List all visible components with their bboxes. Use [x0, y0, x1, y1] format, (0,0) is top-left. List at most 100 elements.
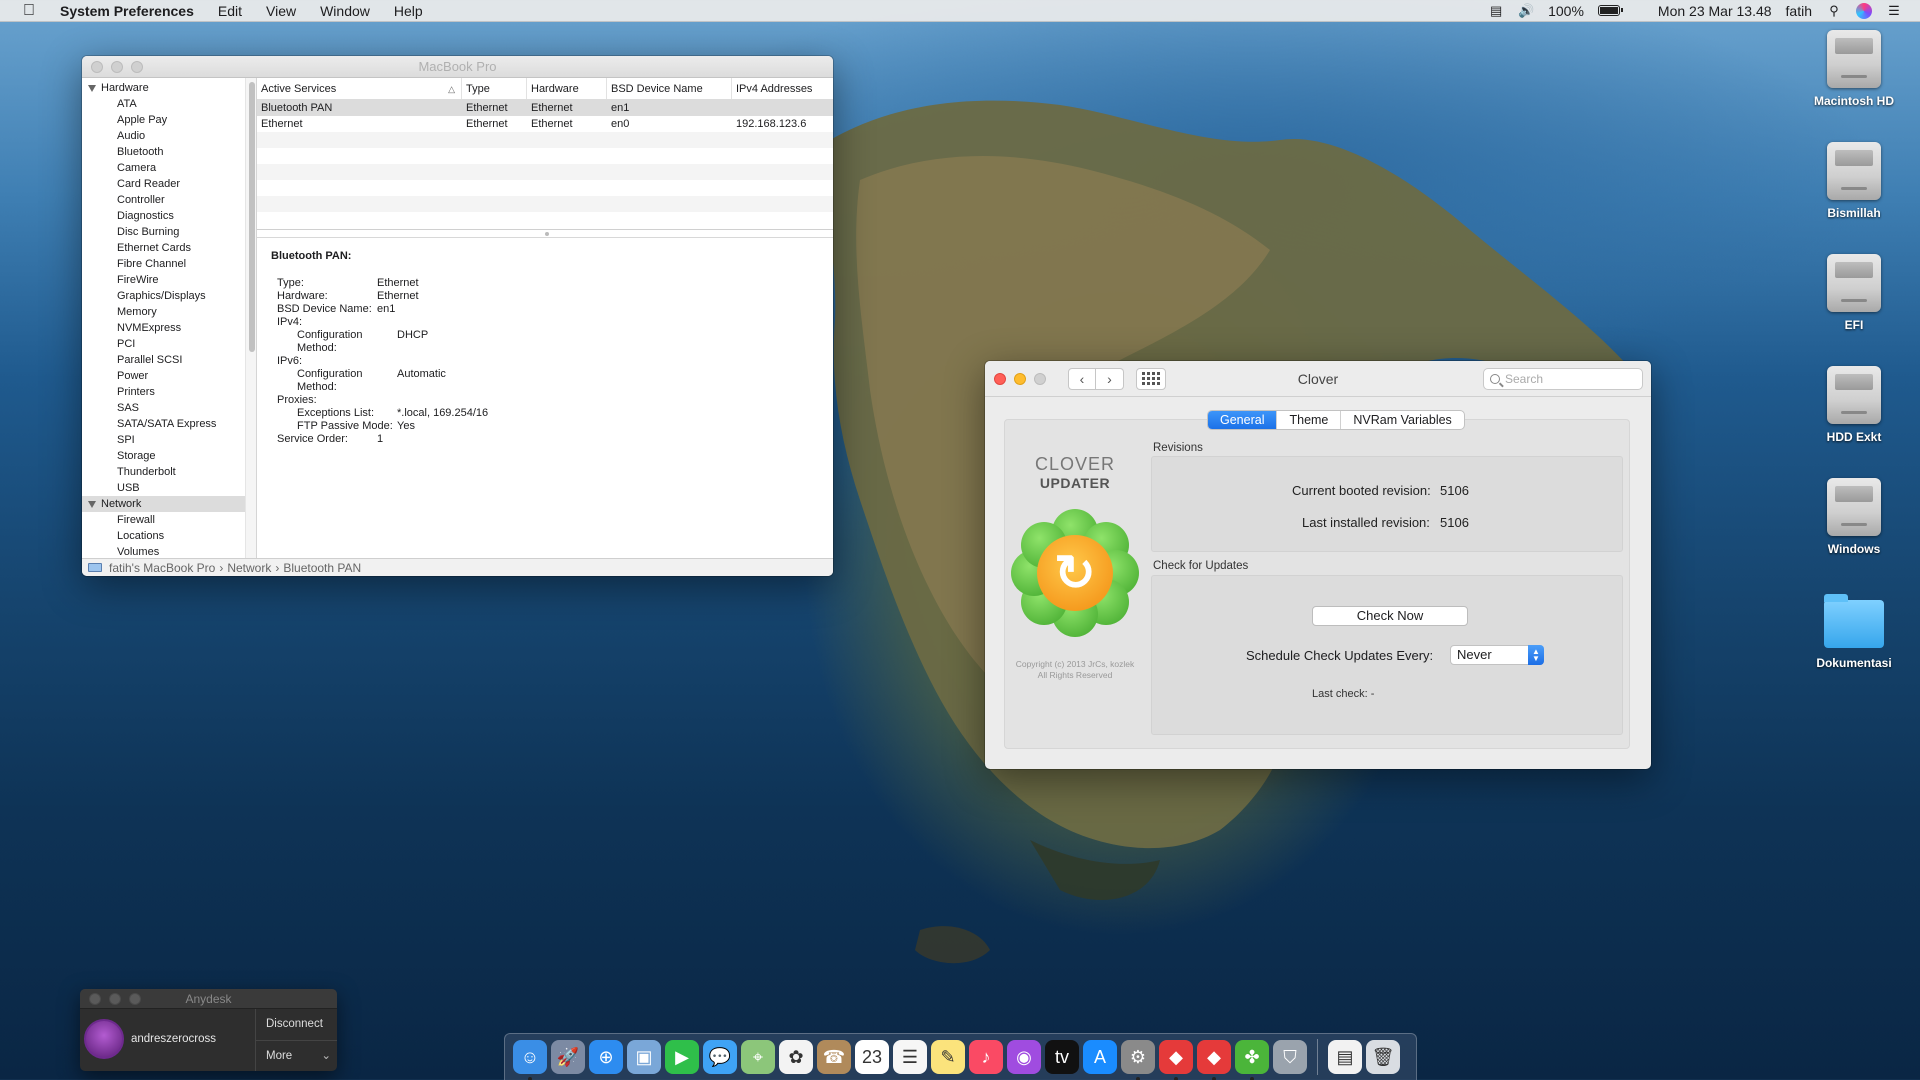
column-header[interactable]: IPv4 Addresses [732, 78, 833, 99]
search-input[interactable]: Search [1483, 368, 1643, 390]
sidebar-scrollbar[interactable] [245, 78, 257, 558]
zoom-button[interactable] [129, 992, 141, 1005]
zoom-button[interactable] [1034, 372, 1046, 385]
tab-nvram-variables[interactable]: NVRam Variables [1340, 411, 1463, 429]
sidebar-item[interactable]: SATA/SATA Express [82, 416, 245, 432]
sidebar-item[interactable]: Volumes [82, 544, 245, 558]
desktop-icon-bismillah[interactable]: Bismillah [1794, 142, 1914, 220]
disclosure-triangle-icon[interactable] [88, 84, 96, 92]
sidebar-item[interactable]: Apple Pay [82, 112, 245, 128]
table-row[interactable]: Ethernet Ethernet Ethernet en0 192.168.123.6 [257, 116, 833, 132]
sidebar-item[interactable]: Storage [82, 448, 245, 464]
sidebar-item[interactable]: Bluetooth [82, 144, 245, 160]
battery-icon[interactable] [1597, 5, 1623, 16]
sidebar-item[interactable]: Parallel SCSI [82, 352, 245, 368]
zoom-button[interactable] [131, 60, 143, 73]
schedule-select[interactable]: Never ▲ ▼ [1450, 645, 1544, 665]
trash-icon[interactable]: 🗑 [1366, 1040, 1400, 1074]
back-button[interactable]: ‹ [1068, 367, 1096, 390]
photos-icon[interactable]: ✿ [779, 1040, 813, 1074]
menu-window[interactable]: Window [308, 3, 382, 19]
sidebar-item[interactable]: Printers [82, 384, 245, 400]
anydesk-icon[interactable]: ◆ [1159, 1040, 1193, 1080]
desktop-icon-efi[interactable]: EFI [1794, 254, 1914, 332]
path-item[interactable]: fatih's MacBook Pro [109, 561, 215, 575]
disk-utility-icon[interactable]: ⛉ [1273, 1040, 1307, 1074]
table-row[interactable]: Bluetooth PAN Ethernet Ethernet en1 [257, 100, 833, 116]
window-titlebar[interactable]: MacBook Pro [82, 56, 833, 78]
music-icon[interactable]: ♪ [969, 1040, 1003, 1074]
disclosure-triangle-icon[interactable] [88, 500, 96, 508]
more-button[interactable]: More ⌄ [256, 1040, 337, 1071]
sidebar-item[interactable]: Graphics/Displays [82, 288, 245, 304]
sidebar-item[interactable]: Locations [82, 528, 245, 544]
menu-help[interactable]: Help [382, 3, 435, 19]
sidebar-group-hardware[interactable]: Hardware [82, 80, 245, 96]
menu-user[interactable]: fatih [1786, 3, 1812, 19]
apple-menu-icon[interactable]:  [20, 2, 38, 20]
contacts-icon[interactable]: ☎ [817, 1040, 851, 1074]
menu-view[interactable]: View [254, 3, 308, 19]
preview-icon[interactable]: ▣ [627, 1040, 661, 1074]
sidebar-item[interactable]: SAS [82, 400, 245, 416]
sidebar-item[interactable]: Power [82, 368, 245, 384]
column-header[interactable]: Type [462, 78, 527, 99]
desktop-icon-hdd-exkt[interactable]: HDD Exkt [1794, 366, 1914, 444]
check-now-button[interactable]: Check Now [1312, 606, 1468, 626]
sidebar-item[interactable]: Controller [82, 192, 245, 208]
sidebar-item[interactable]: Memory [82, 304, 245, 320]
desktop-icon-macintosh-hd[interactable]: Macintosh HD [1794, 30, 1914, 108]
tab-theme[interactable]: Theme [1276, 411, 1340, 429]
show-all-button[interactable] [1136, 367, 1166, 390]
minimize-button[interactable] [1014, 372, 1026, 385]
window-titlebar[interactable]: Anydesk [80, 989, 337, 1009]
notification-center-icon[interactable]: ☰ [1886, 3, 1902, 18]
forward-button[interactable]: › [1096, 367, 1124, 390]
sidebar-item[interactable]: Diagnostics [82, 208, 245, 224]
desktop-icon-windows[interactable]: Windows [1794, 478, 1914, 556]
finder-icon[interactable]: ☺ [513, 1040, 547, 1080]
sidebar-item[interactable]: Ethernet Cards [82, 240, 245, 256]
tab-general[interactable]: General [1208, 411, 1277, 429]
battery-percent[interactable]: 100% [1548, 3, 1584, 19]
path-item[interactable]: Network [227, 561, 271, 575]
column-header[interactable]: BSD Device Name [607, 78, 732, 99]
notes-icon[interactable]: ✎ [931, 1040, 965, 1074]
sidebar-item[interactable]: Disc Burning [82, 224, 245, 240]
split-view-divider[interactable] [257, 230, 833, 238]
safari-icon[interactable]: ⊕ [589, 1040, 623, 1074]
sidebar-item[interactable]: ATA [82, 96, 245, 112]
close-button[interactable] [91, 60, 103, 73]
sidebar-item[interactable]: FireWire [82, 272, 245, 288]
sidebar-item[interactable]: Card Reader [82, 176, 245, 192]
minimize-button[interactable] [111, 60, 123, 73]
launchpad-icon[interactable]: 🚀 [551, 1040, 585, 1074]
activity-monitor-icon[interactable]: ▤ [1488, 3, 1504, 18]
sidebar-item[interactable]: Fibre Channel [82, 256, 245, 272]
column-header[interactable]: Active Services △ [257, 78, 462, 99]
close-button[interactable] [89, 992, 101, 1005]
clover-icon[interactable]: ✤ [1235, 1040, 1269, 1080]
sidebar-item[interactable]: PCI [82, 336, 245, 352]
anydesk-alt-icon[interactable]: ◆ [1197, 1040, 1231, 1080]
spotlight-search-icon[interactable]: ⚲ [1826, 3, 1842, 18]
appstore-icon[interactable]: A [1083, 1040, 1117, 1074]
facetime-icon[interactable]: ▶ [665, 1040, 699, 1074]
siri-icon[interactable] [1856, 2, 1872, 19]
sidebar-item[interactable]: USB [82, 480, 245, 496]
sidebar-item[interactable]: SPI [82, 432, 245, 448]
system-preferences-icon[interactable]: ⚙ [1121, 1040, 1155, 1080]
desktop-icon-dokumentasi[interactable]: Dokumentasi [1794, 594, 1914, 670]
sidebar-item[interactable]: Firewall [82, 512, 245, 528]
minimize-button[interactable] [109, 992, 121, 1005]
sidebar-item[interactable]: Camera [82, 160, 245, 176]
sidebar-item[interactable]: Audio [82, 128, 245, 144]
path-item[interactable]: Bluetooth PAN [283, 561, 361, 575]
menu-datetime[interactable]: Mon 23 Mar 13.48 [1658, 3, 1772, 19]
tv-icon[interactable]: tv [1045, 1040, 1079, 1074]
reminders-icon[interactable]: ☰ [893, 1040, 927, 1074]
maps-icon[interactable]: ⌖ [741, 1040, 775, 1074]
menu-app-name[interactable]: System Preferences [52, 3, 206, 19]
calendar-icon[interactable]: 23 [855, 1040, 889, 1074]
messages-icon[interactable]: 💬 [703, 1040, 737, 1074]
